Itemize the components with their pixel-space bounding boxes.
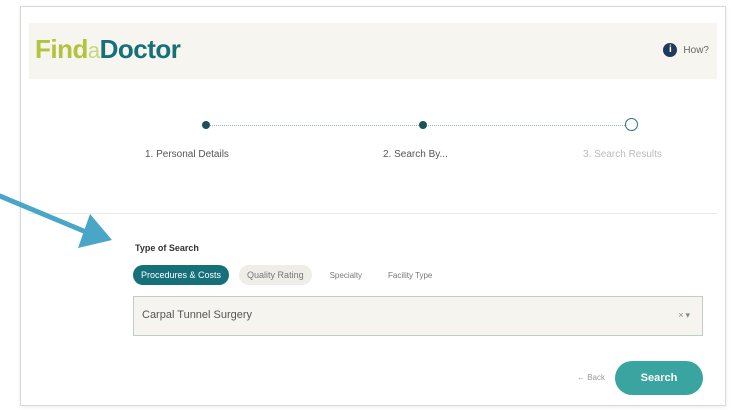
tab-specialty[interactable]: Specialty xyxy=(322,266,370,285)
step-2-label: 2. Search By... xyxy=(383,149,448,160)
search-type-tabs: Procedures & Costs Quality Rating Specia… xyxy=(133,265,440,285)
procedure-select[interactable]: Carpal Tunnel Surgery ×▾ xyxy=(133,296,703,336)
chevron-down-icon[interactable]: ▾ xyxy=(685,310,692,320)
step-1-dot xyxy=(202,121,210,129)
arrow-icon xyxy=(0,193,112,248)
step-3-dot xyxy=(625,118,638,131)
search-button[interactable]: Search xyxy=(615,361,703,395)
info-icon: i xyxy=(663,43,678,57)
back-link[interactable]: ← Back xyxy=(577,373,605,382)
select-controls: ×▾ xyxy=(678,310,692,321)
tab-procedures-costs[interactable]: Procedures & Costs xyxy=(133,265,230,285)
step-2-dot xyxy=(419,121,427,129)
selected-procedure: Carpal Tunnel Surgery xyxy=(142,309,253,321)
step-connector xyxy=(425,125,625,126)
tab-facility-type[interactable]: Facility Type xyxy=(380,266,440,285)
help-label: How? xyxy=(683,44,709,56)
tab-quality-rating[interactable]: Quality Rating xyxy=(239,265,312,285)
step-connector xyxy=(207,125,419,126)
step-3-label: 3. Search Results xyxy=(583,149,662,160)
help-link[interactable]: i How? xyxy=(663,43,709,57)
